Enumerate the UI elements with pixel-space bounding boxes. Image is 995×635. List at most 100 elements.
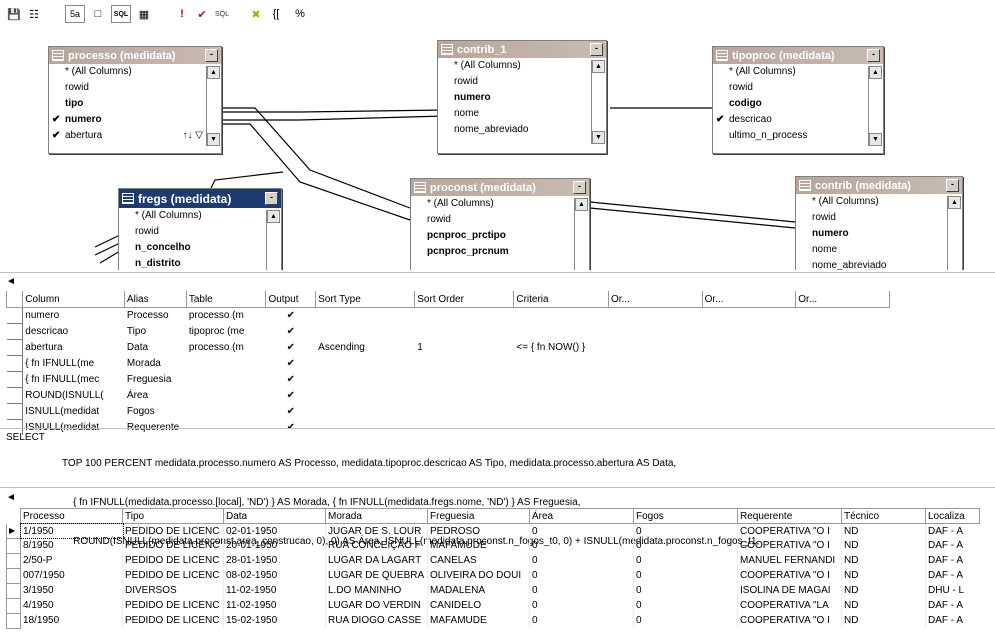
results-column-header[interactable]: Morada <box>325 508 428 524</box>
grid-cell[interactable]: abertura <box>22 339 125 356</box>
scrollbar[interactable]: ▲ ▼ <box>206 66 220 146</box>
minimize-icon[interactable]: - <box>590 43 603 56</box>
results-cell[interactable]: 0 <box>529 523 634 538</box>
table-title[interactable]: tipoproc (medidata) - <box>713 47 883 64</box>
show-results-icon[interactable]: ▦ <box>134 5 154 23</box>
results-cell[interactable]: ND <box>841 568 926 583</box>
grid-cell[interactable] <box>795 323 890 340</box>
minimize-icon[interactable]: - <box>573 181 586 194</box>
grid-cell[interactable] <box>608 323 703 340</box>
results-cell[interactable]: 1/1950 <box>19 522 124 539</box>
scroll-up-icon[interactable]: ▲ <box>207 66 220 79</box>
grid-cell[interactable]: descricao <box>22 323 125 340</box>
row-selector[interactable] <box>6 613 21 629</box>
results-column-header[interactable]: Requerente <box>737 508 842 524</box>
results-cell[interactable]: PEDIDO DE LICENC <box>122 568 224 583</box>
grid-cell[interactable] <box>186 371 267 388</box>
results-cell[interactable]: PEDIDO DE LICENC <box>122 523 224 538</box>
grid-cell[interactable] <box>186 387 267 404</box>
results-column-header[interactable]: Freguesia <box>427 508 530 524</box>
column-item[interactable]: nome_abreviado <box>438 122 606 138</box>
results-cell[interactable]: 15-02-1950 <box>223 613 326 628</box>
grid-cell[interactable] <box>513 355 609 372</box>
grid-cell[interactable] <box>414 403 515 420</box>
scroll-up-icon[interactable]: ▲ <box>869 66 882 79</box>
column-item[interactable]: rowid <box>49 80 221 96</box>
grid-cell[interactable]: ✔ <box>265 371 317 388</box>
criteria-grid[interactable]: Column Alias Table Output Sort Type Sort Orde… <box>5 291 890 435</box>
grid-column-header[interactable]: Or... <box>795 291 890 308</box>
grid-cell[interactable]: <= { fn NOW() } <box>513 339 609 356</box>
grid-cell[interactable] <box>186 403 267 420</box>
grid-cell[interactable]: ✔ <box>265 403 317 420</box>
results-cell[interactable]: 20-01-1950 <box>223 538 326 553</box>
show-grid-icon[interactable]: □ <box>88 5 108 23</box>
results-cell[interactable]: ND <box>841 538 926 553</box>
sql-pane[interactable]: SELECT TOP 100 PERCENT medidata.processo… <box>6 431 991 547</box>
grid-cell[interactable] <box>702 307 797 324</box>
row-selector[interactable] <box>6 598 21 614</box>
grid-column-header[interactable]: Or... <box>701 291 797 308</box>
results-row[interactable]: 007/1950 PEDIDO DE LICENC 08-02-1950 LUGAR … <box>6 568 980 584</box>
results-cell[interactable]: DAF - A <box>925 598 980 613</box>
grid-cell[interactable] <box>414 371 515 388</box>
current-row-icon[interactable]: ▶ <box>6 523 21 539</box>
grid-cell[interactable]: 1 <box>414 339 515 356</box>
results-cell[interactable]: DAF - A <box>925 538 980 553</box>
row-selector[interactable] <box>6 568 21 584</box>
column-item[interactable]: ✔ abertura ↑↓ ▽ <box>49 128 221 144</box>
grid-cell[interactable] <box>513 387 609 404</box>
grid-cell[interactable] <box>513 323 609 340</box>
results-cell[interactable]: JUGAR DE S. LOUR <box>325 523 428 538</box>
grid-cell[interactable] <box>795 403 890 420</box>
minimize-icon[interactable]: - <box>265 192 278 205</box>
grid-cell[interactable]: ✔ <box>265 339 317 356</box>
table-title[interactable]: processo (medidata) - <box>49 47 221 64</box>
grid-cell[interactable] <box>702 355 797 372</box>
results-cell[interactable]: 0 <box>529 538 634 553</box>
results-cell[interactable]: 0 <box>633 583 738 598</box>
results-row[interactable]: 3/1950 DIVERSOS 11-02-1950 L.DO MANINHO MADA… <box>6 583 980 599</box>
results-cell[interactable]: 0 <box>633 568 738 583</box>
results-cell[interactable]: 11-02-1950 <box>223 598 326 613</box>
results-row[interactable]: 8/1950 PEDIDO DE LICENC 20-01-1950 RUA CONC… <box>6 538 980 554</box>
results-cell[interactable]: DAF - A <box>925 613 980 628</box>
column-item[interactable]: nome_abreviado <box>796 258 962 270</box>
column-item[interactable]: ✔ descricao <box>713 112 883 128</box>
scrollbar[interactable]: ▲ <box>574 198 588 270</box>
results-column-header[interactable]: Data <box>223 508 326 524</box>
grid-row[interactable]: { fn IFNULL(mec Freguesia ✔ <box>6 371 890 388</box>
grid-cell[interactable] <box>315 371 416 388</box>
results-cell[interactable]: ND <box>841 583 926 598</box>
results-cell[interactable]: L.DO MANINHO <box>325 583 428 598</box>
grid-cell[interactable]: Tipo <box>124 323 187 340</box>
grid-cell[interactable] <box>513 307 609 324</box>
grid-cell[interactable]: ROUND(ISNULL( <box>22 387 125 404</box>
grid-cell[interactable]: numero <box>22 307 125 324</box>
results-cell[interactable]: 02-01-1950 <box>223 523 326 538</box>
column-item[interactable]: pcnproc_prcnum <box>411 244 589 260</box>
results-cell[interactable]: CANELAS <box>427 553 530 568</box>
grid-cell[interactable] <box>414 387 515 404</box>
row-selector[interactable] <box>6 553 21 569</box>
table-title[interactable]: proconst (medidata) - <box>411 179 589 196</box>
results-cell[interactable]: 3/1950 <box>20 583 123 598</box>
grid-cell[interactable] <box>608 403 703 420</box>
grid-cell[interactable] <box>414 355 515 372</box>
results-cell[interactable]: MANUEL FERNANDI <box>737 553 842 568</box>
grid-cell[interactable]: ✔ <box>265 387 317 404</box>
results-row[interactable]: 4/1950 PEDIDO DE LICENC 11-02-1950 LUGAR DO… <box>6 598 980 614</box>
column-item[interactable]: rowid <box>411 212 589 228</box>
verify-sql-icon[interactable]: ✔ <box>192 5 212 23</box>
results-cell[interactable]: LUGAR DE QUEBRA <box>325 568 428 583</box>
results-cell[interactable]: ND <box>841 523 926 538</box>
show-diagram-icon[interactable]: 5a <box>65 5 85 23</box>
column-item[interactable]: n_distrito <box>119 256 281 270</box>
results-cell[interactable]: 0 <box>529 553 634 568</box>
pane-divider[interactable] <box>0 272 995 273</box>
grid-cell[interactable]: { fn IFNULL(mec <box>22 371 125 388</box>
minimize-icon[interactable]: - <box>946 179 959 192</box>
grid-cell[interactable] <box>702 403 797 420</box>
grid-cell[interactable] <box>702 371 797 388</box>
diagram-pane[interactable]: processo (medidata) - * (All Columns) row… <box>0 30 995 270</box>
